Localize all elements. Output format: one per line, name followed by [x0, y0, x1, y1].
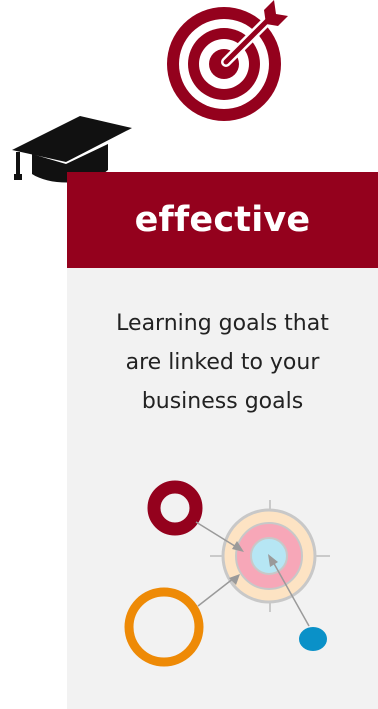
bullseye-target-icon [167, 0, 288, 121]
description-line-1: Learning goals that [116, 311, 329, 336]
orange-ring-icon [124, 587, 204, 667]
description-line-3: business goals [141, 389, 304, 414]
card-header: effective [67, 172, 378, 268]
description-line-2: are linked to your [125, 350, 320, 375]
card-title: effective [134, 200, 311, 240]
red-ring-icon [147, 480, 203, 536]
target-illustration [124, 480, 330, 667]
card-description: Learning goals that are linked to your b… [67, 304, 378, 421]
arrow-from-orange-ring [197, 577, 235, 607]
blue-dot-icon [299, 627, 327, 651]
